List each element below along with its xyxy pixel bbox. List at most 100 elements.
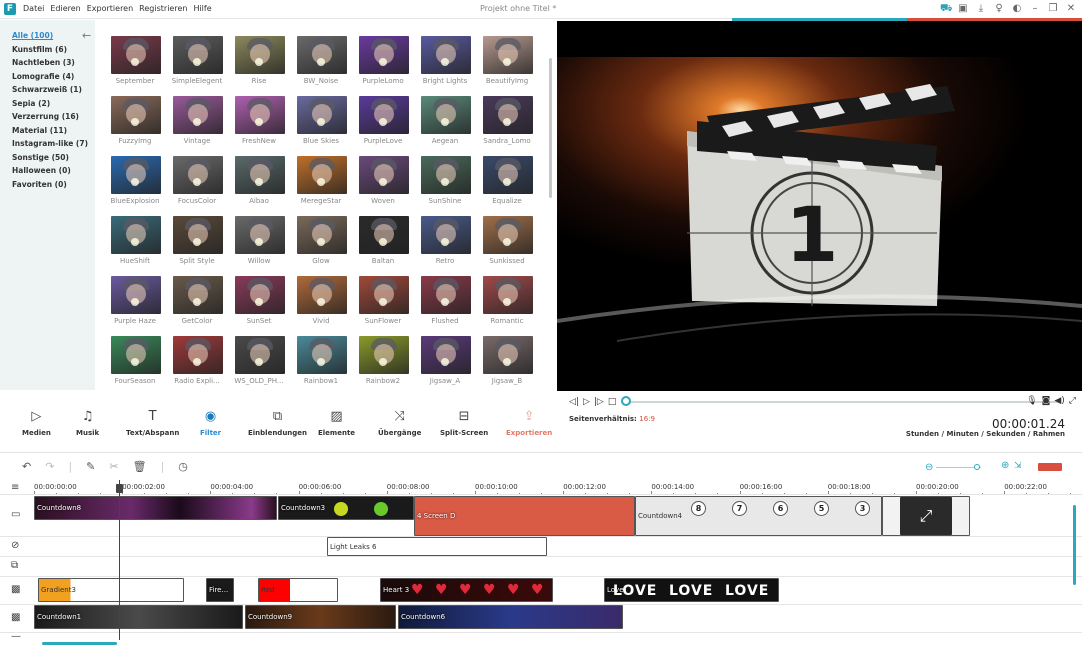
filter-thumbnail[interactable]: [235, 36, 285, 74]
menu-edieren[interactable]: Edieren: [50, 4, 80, 13]
category-item[interactable]: Instagram-like (7): [12, 139, 88, 148]
delete-icon[interactable]: 🗑︎: [133, 460, 147, 473]
filter-thumbnail[interactable]: [483, 156, 533, 194]
filter-grid-scrollbar[interactable]: [549, 58, 552, 198]
timeline-clip[interactable]: Fire...: [206, 578, 234, 602]
filter-item[interactable]: BlueExplosion: [97, 140, 161, 205]
filter-item[interactable]: Equalize: [469, 140, 533, 205]
filter-thumbnail[interactable]: [111, 336, 161, 374]
tool-medien[interactable]: ▷ Medien: [22, 409, 51, 437]
filter-thumbnail[interactable]: [235, 96, 285, 134]
category-item[interactable]: Nachtleben (3): [12, 58, 75, 67]
filter-item[interactable]: Glow: [283, 200, 347, 265]
save-icon[interactable]: ▣: [958, 3, 968, 15]
filter-thumbnail[interactable]: [359, 156, 409, 194]
filter-item[interactable]: FreshNew: [221, 80, 285, 145]
filter-thumbnail[interactable]: [297, 276, 347, 314]
filter-item[interactable]: Romantic: [469, 260, 533, 325]
filter-thumbnail[interactable]: [297, 156, 347, 194]
filter-thumbnail[interactable]: [483, 96, 533, 134]
timeline-clip[interactable]: Heart 3 ♥ ♥ ♥ ♥ ♥ ♥: [380, 578, 553, 602]
filter-item[interactable]: WS_OLD_PH...: [221, 320, 285, 385]
stop-icon[interactable]: □: [608, 397, 617, 407]
restore-icon[interactable]: ❐: [1048, 3, 1058, 15]
playhead[interactable]: [119, 480, 120, 640]
filter-thumbnail[interactable]: [483, 216, 533, 254]
filter-item[interactable]: Blue Skies: [283, 80, 347, 145]
filter-item[interactable]: Retro: [407, 200, 471, 265]
menu-datei[interactable]: Datei: [23, 4, 44, 13]
filter-thumbnail[interactable]: [297, 216, 347, 254]
zoom-in-icon[interactable]: ⊕: [1001, 460, 1009, 471]
filter-thumbnail[interactable]: [173, 276, 223, 314]
next-frame-icon[interactable]: |▷: [594, 397, 604, 407]
menu-registrieren[interactable]: Registrieren: [139, 4, 187, 13]
tool-text/abspann[interactable]: T Text/Abspann: [126, 409, 179, 437]
timeline-clip[interactable]: Countdown8: [34, 496, 277, 520]
filter-thumbnail[interactable]: [359, 336, 409, 374]
filter-item[interactable]: Willow: [221, 200, 285, 265]
filter-thumbnail[interactable]: [483, 36, 533, 74]
filter-thumbnail[interactable]: [235, 276, 285, 314]
minimize-icon[interactable]: –: [1030, 3, 1040, 15]
filter-item[interactable]: Sandra_Lomo: [469, 80, 533, 145]
filter-thumbnail[interactable]: [297, 336, 347, 374]
timeline-ruler[interactable]: 00:00:00:00 00:00:02:00 00:00:04:00 00:00:0…: [0, 480, 1082, 495]
filter-thumbnail[interactable]: [111, 216, 161, 254]
tool-übergänge[interactable]: ⤨ Übergänge: [378, 409, 421, 437]
menu-hilfe[interactable]: Hilfe: [193, 4, 211, 13]
filter-item[interactable]: HueShift: [97, 200, 161, 265]
video-track-icon[interactable]: ▭: [11, 509, 20, 520]
video-preview[interactable]: 1: [557, 21, 1082, 391]
cut-icon[interactable]: ✂: [109, 460, 118, 473]
filter-item[interactable]: Rainbow2: [345, 320, 409, 385]
filter-item[interactable]: Woven: [345, 140, 409, 205]
filter-thumbnail[interactable]: [359, 36, 409, 74]
filter-thumbnail[interactable]: [111, 156, 161, 194]
category-item[interactable]: Favoriten (0): [12, 180, 67, 189]
filter-thumbnail[interactable]: [173, 156, 223, 194]
filter-thumbnail[interactable]: [483, 336, 533, 374]
filter-item[interactable]: Aegean: [407, 80, 471, 145]
category-item[interactable]: Material (11): [12, 126, 67, 135]
effect-track-icon[interactable]: ⊘: [11, 540, 19, 551]
filter-thumbnail[interactable]: [235, 216, 285, 254]
undo-icon[interactable]: ↶: [22, 460, 31, 473]
zoom-out-icon[interactable]: ⊖: [925, 462, 933, 473]
track-menu-icon[interactable]: ≡: [11, 482, 19, 493]
tool-musik[interactable]: ♫ Musik: [76, 409, 99, 437]
volume-icon[interactable]: ◀): [1054, 396, 1064, 406]
tool-exportieren[interactable]: ⇪ Exportieren: [506, 409, 552, 437]
effect-clip[interactable]: Light Leaks 6: [327, 537, 547, 556]
timeline-clip[interactable]: Countdown9: [245, 605, 396, 629]
download-icon[interactable]: ⤓: [976, 3, 986, 15]
tool-elemente[interactable]: ▨ Elemente: [318, 409, 355, 437]
play-icon[interactable]: ▷: [583, 397, 590, 407]
category-item[interactable]: Verzerrung (16): [12, 112, 79, 121]
filter-item[interactable]: Jigsaw_A: [407, 320, 471, 385]
filter-thumbnail[interactable]: [297, 96, 347, 134]
filter-item[interactable]: Sunkissed: [469, 200, 533, 265]
category-item[interactable]: Sonstige (50): [12, 153, 69, 162]
redo-icon[interactable]: ↷: [45, 460, 54, 473]
filter-thumbnail[interactable]: [111, 276, 161, 314]
playback-slider[interactable]: [627, 401, 1059, 403]
category-item[interactable]: Sepia (2): [12, 99, 50, 108]
filter-item[interactable]: SimpleElegent: [159, 20, 223, 85]
timeline-clip[interactable]: Countdown1: [34, 605, 243, 629]
category-item[interactable]: Kunstfilm (6): [12, 45, 67, 54]
filter-item[interactable]: SunShine: [407, 140, 471, 205]
aspect-ratio-value[interactable]: 16:9: [639, 415, 655, 423]
filter-thumbnail[interactable]: [483, 276, 533, 314]
image-track-icon[interactable]: ▩: [11, 584, 20, 595]
filter-item[interactable]: Radio Expli...: [159, 320, 223, 385]
filter-thumbnail[interactable]: [297, 36, 347, 74]
filter-item[interactable]: FocusColor: [159, 140, 223, 205]
filter-item[interactable]: FourSeason: [97, 320, 161, 385]
filter-item[interactable]: SunFlower: [345, 260, 409, 325]
filter-item[interactable]: PurpleLomo: [345, 20, 409, 85]
filter-thumbnail[interactable]: [173, 216, 223, 254]
filter-thumbnail[interactable]: [359, 276, 409, 314]
timeline-clip[interactable]: Love LOVE LOVE LOVE: [604, 578, 779, 602]
filter-item[interactable]: Jigsaw_B: [469, 320, 533, 385]
